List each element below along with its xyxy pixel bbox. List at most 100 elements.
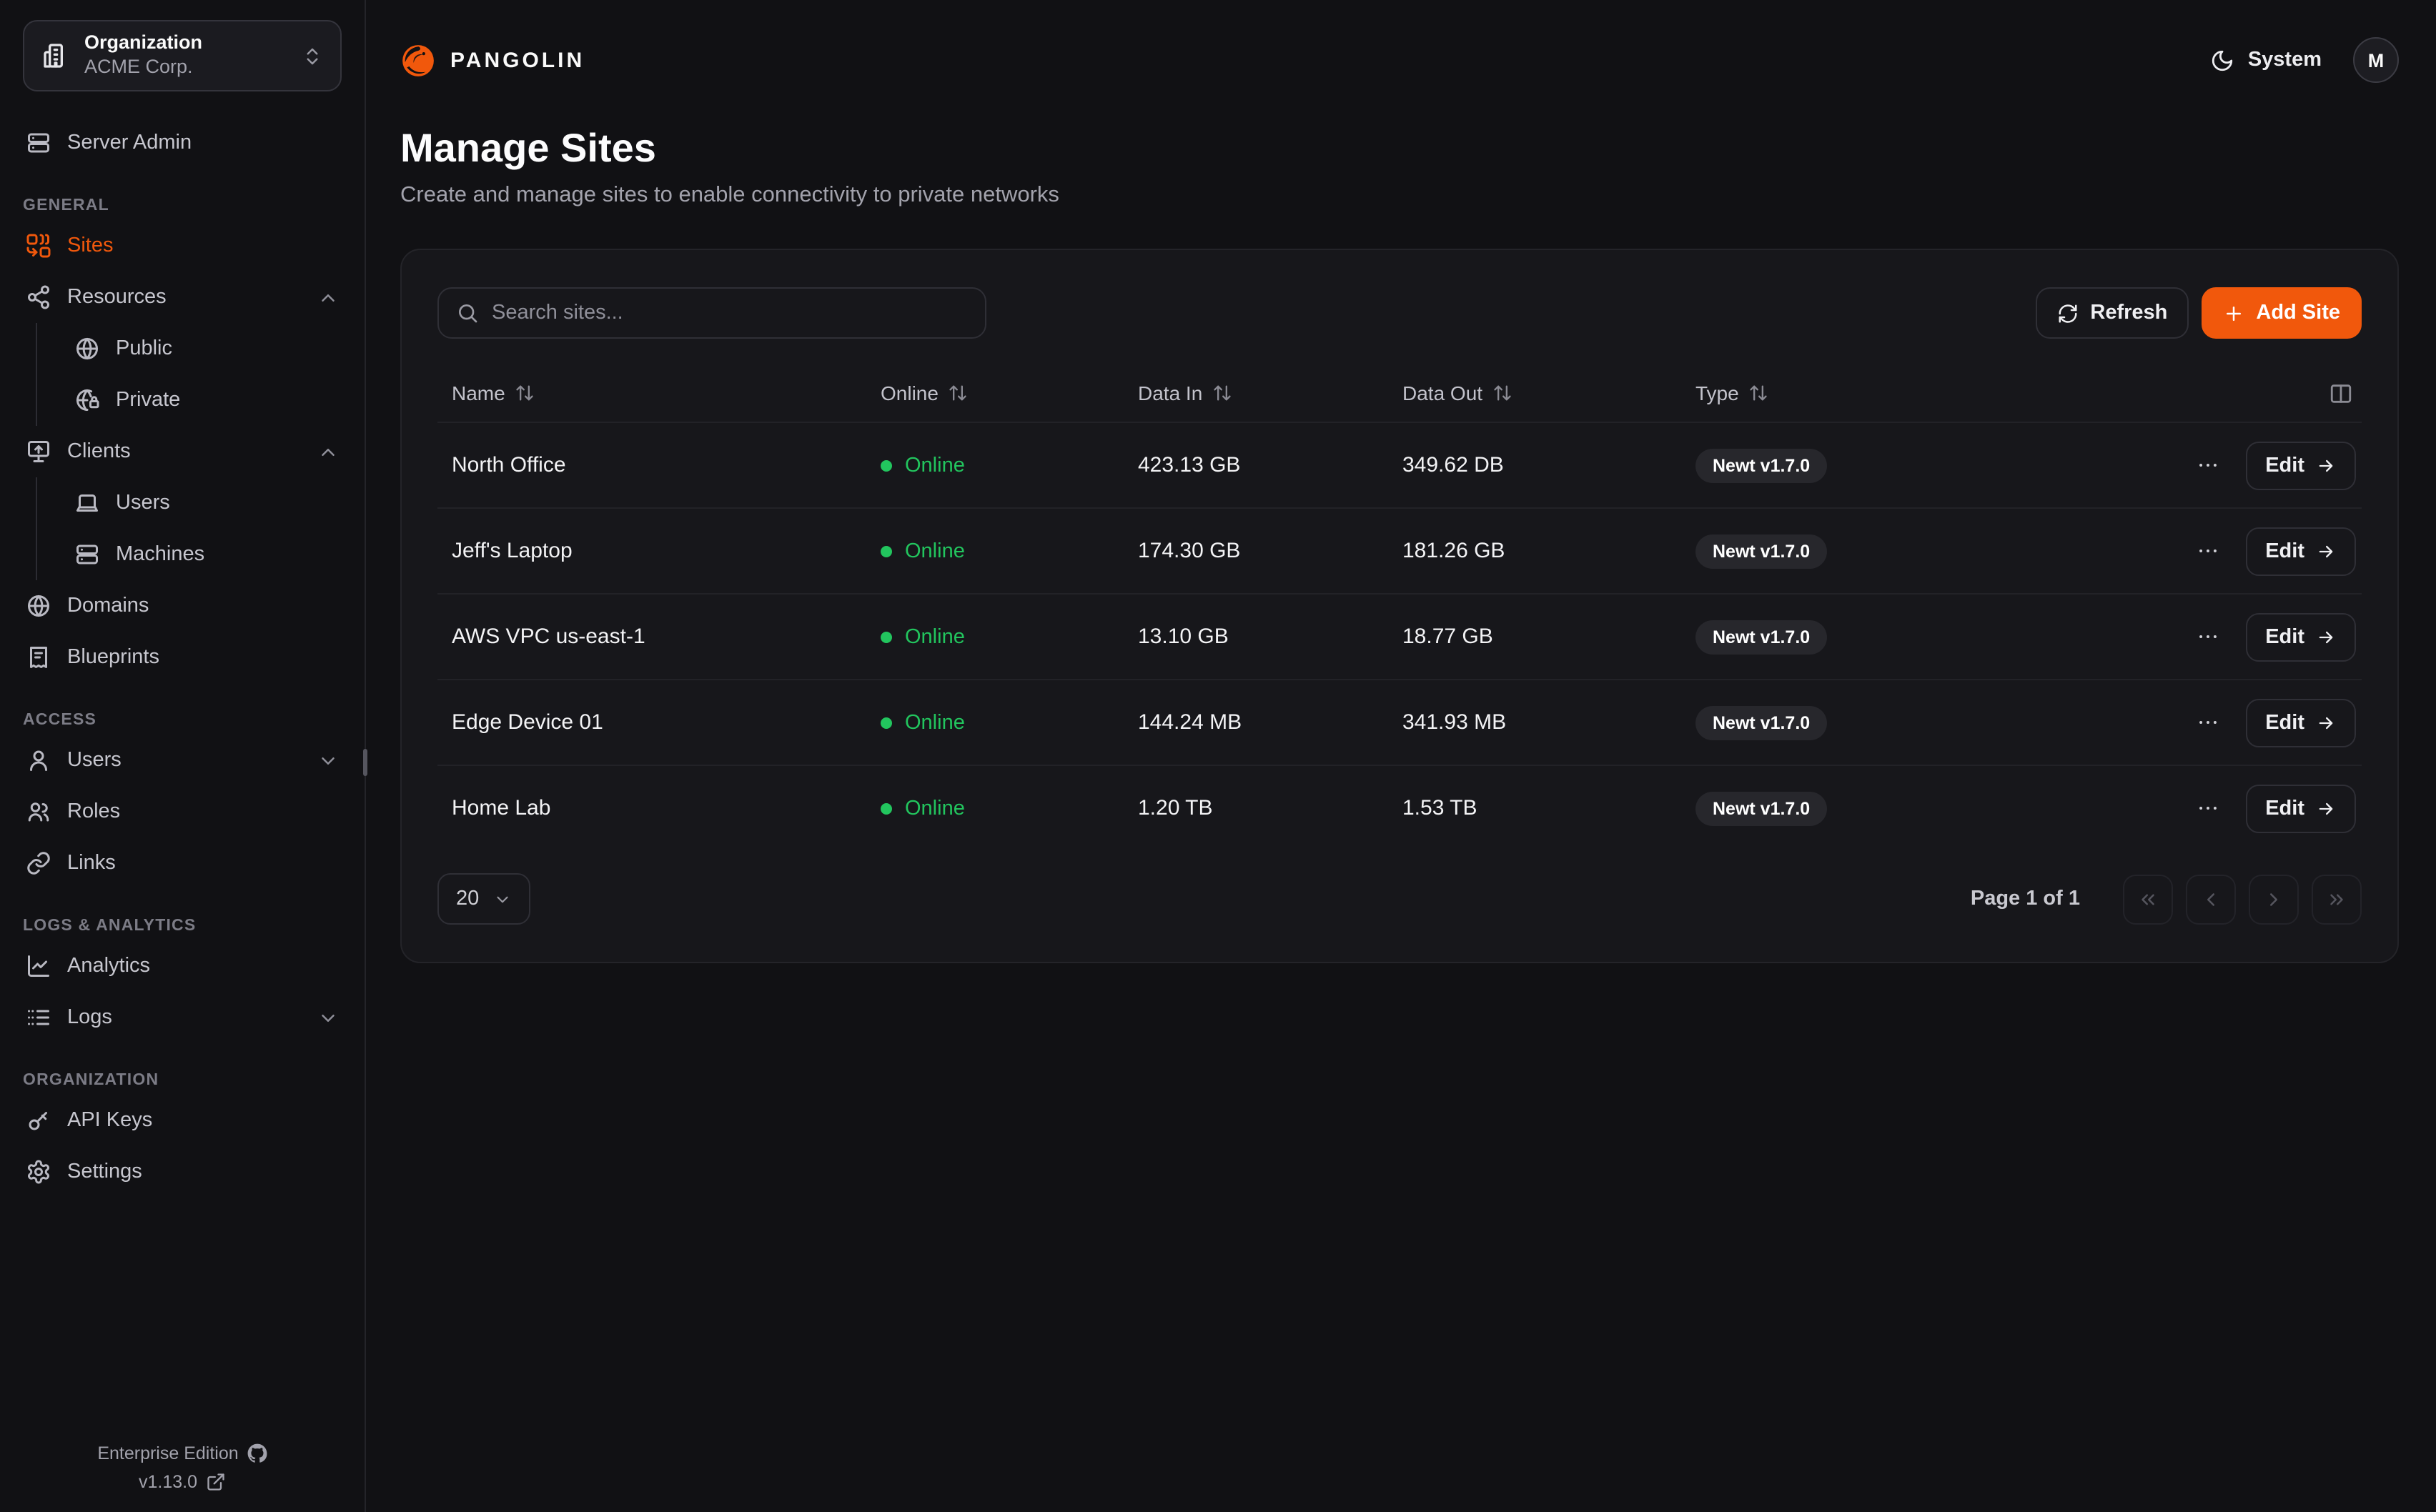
edit-button[interactable]: Edit — [2245, 698, 2356, 747]
arrow-right-icon — [2316, 627, 2336, 647]
sidebar-item-clients[interactable]: Clients — [23, 426, 342, 477]
section-label-logs-analytics: LOGS & ANALYTICS — [23, 917, 342, 935]
column-header-data-out[interactable]: Data Out — [1388, 382, 1681, 404]
type-cell: Newt v1.7.0 — [1681, 620, 2054, 654]
edit-button[interactable]: Edit — [2245, 612, 2356, 661]
sidebar-footer: Enterprise Edition v1.13.0 — [0, 1443, 365, 1492]
online-dot — [881, 545, 892, 557]
chevron-down-icon — [317, 1007, 339, 1028]
brand-logo[interactable]: PANGOLIN — [400, 42, 585, 78]
sidebar-item-label: Logs — [67, 1006, 112, 1029]
sidebar-item-label: Analytics — [67, 955, 150, 978]
data-in-value: 423.13 GB — [1124, 453, 1388, 477]
sidebar-item-settings[interactable]: Settings — [23, 1146, 342, 1198]
sidebar-item-analytics[interactable]: Analytics — [23, 940, 342, 992]
ellipsis-icon — [2195, 625, 2219, 649]
theme-toggle[interactable]: System — [2211, 48, 2322, 72]
sidebar-item-label: Resources — [67, 286, 167, 309]
building-icon — [41, 41, 70, 70]
sidebar-item-public[interactable]: Public — [63, 323, 342, 374]
edit-button[interactable]: Edit — [2245, 784, 2356, 832]
row-menu-button[interactable] — [2189, 447, 2225, 483]
column-label: Online — [881, 382, 939, 404]
column-header-data-in[interactable]: Data In — [1124, 382, 1388, 404]
version-link[interactable]: v1.13.0 — [139, 1472, 226, 1492]
site-name: AWS VPC us-east-1 — [437, 625, 866, 649]
page-size-value: 20 — [456, 887, 479, 910]
clients-subgroup: Users Machines — [36, 477, 342, 580]
previous-page-button[interactable] — [2186, 874, 2236, 924]
key-icon — [26, 1108, 51, 1133]
edit-label: Edit — [2265, 711, 2304, 734]
sidebar-item-label: Settings — [67, 1160, 142, 1183]
row-menu-button[interactable] — [2189, 790, 2225, 826]
sidebar-item-resources[interactable]: Resources — [23, 272, 342, 323]
edit-button[interactable]: Edit — [2245, 527, 2356, 575]
online-status: Online — [905, 797, 965, 820]
sidebar-item-logs[interactable]: Logs — [23, 992, 342, 1043]
column-header-type[interactable]: Type — [1681, 382, 2054, 404]
online-dot — [881, 631, 892, 642]
first-page-button[interactable] — [2123, 874, 2173, 924]
row-actions: Edit — [2054, 698, 2362, 747]
column-header-actions — [2054, 381, 2362, 405]
page-size-select[interactable]: 20 — [437, 873, 530, 925]
sidebar-item-client-users[interactable]: Users — [63, 477, 342, 529]
combine-icon — [26, 233, 51, 259]
sidebar-item-links[interactable]: Links — [23, 837, 342, 889]
edition-link[interactable]: Enterprise Edition — [97, 1443, 267, 1463]
sidebar-item-label: Clients — [67, 440, 131, 463]
last-page-button[interactable] — [2312, 874, 2362, 924]
site-name: Home Lab — [437, 796, 866, 820]
sidebar-item-sites[interactable]: Sites — [23, 220, 342, 272]
chevron-up-icon — [317, 287, 339, 308]
section-label-access: ACCESS — [23, 712, 342, 729]
column-header-name[interactable]: Name — [437, 382, 866, 404]
org-switcher[interactable]: Organization ACME Corp. — [23, 20, 342, 91]
sidebar-item-private[interactable]: Private — [63, 374, 342, 426]
data-in-value: 174.30 GB — [1124, 539, 1388, 563]
sidebar-item-machines[interactable]: Machines — [63, 529, 342, 580]
row-menu-button[interactable] — [2189, 619, 2225, 655]
column-visibility-button[interactable] — [2329, 381, 2353, 405]
row-actions: Edit — [2054, 441, 2362, 489]
edit-button[interactable]: Edit — [2245, 441, 2356, 489]
chevron-right-icon — [2263, 888, 2284, 910]
site-name: Edge Device 01 — [437, 710, 866, 735]
row-menu-button[interactable] — [2189, 533, 2225, 569]
search-input[interactable] — [492, 302, 968, 324]
online-status-cell: Online — [866, 539, 1124, 562]
external-link-icon — [206, 1472, 226, 1492]
type-cell: Newt v1.7.0 — [1681, 448, 2054, 482]
sidebar-item-api-keys[interactable]: API Keys — [23, 1095, 342, 1146]
ellipsis-icon — [2195, 710, 2219, 735]
row-menu-button[interactable] — [2189, 705, 2225, 740]
sidebar-item-label: Machines — [116, 543, 204, 566]
sidebar-item-domains[interactable]: Domains — [23, 580, 342, 632]
type-cell: Newt v1.7.0 — [1681, 791, 2054, 825]
avatar[interactable]: M — [2353, 37, 2399, 83]
users-icon — [26, 799, 51, 825]
add-site-button[interactable]: Add Site — [2202, 287, 2362, 339]
sidebar-item-users[interactable]: Users — [23, 735, 342, 786]
sort-icon — [1749, 383, 1769, 403]
sidebar-item-blueprints[interactable]: Blueprints — [23, 632, 342, 683]
chevrons-left-icon — [2137, 888, 2159, 910]
receipt-icon — [26, 645, 51, 670]
table-header-row: Name Online Data In Data Out — [437, 364, 2362, 422]
version-label: v1.13.0 — [139, 1472, 197, 1492]
arrow-right-icon — [2316, 455, 2336, 475]
chevron-up-icon — [317, 441, 339, 462]
online-status: Online — [905, 711, 965, 734]
next-page-button[interactable] — [2249, 874, 2299, 924]
sidebar-item-roles[interactable]: Roles — [23, 786, 342, 837]
plus-icon — [2223, 302, 2244, 324]
type-cell: Newt v1.7.0 — [1681, 534, 2054, 568]
add-site-label: Add Site — [2256, 302, 2340, 324]
sidebar-item-server-admin[interactable]: Server Admin — [23, 117, 342, 169]
main-content: PANGOLIN System M Manage Sites Create an… — [366, 0, 2436, 1512]
column-header-online[interactable]: Online — [866, 382, 1124, 404]
refresh-button[interactable]: Refresh — [2036, 287, 2189, 339]
sidebar-resize-handle[interactable] — [363, 749, 367, 776]
gear-icon — [26, 1159, 51, 1185]
